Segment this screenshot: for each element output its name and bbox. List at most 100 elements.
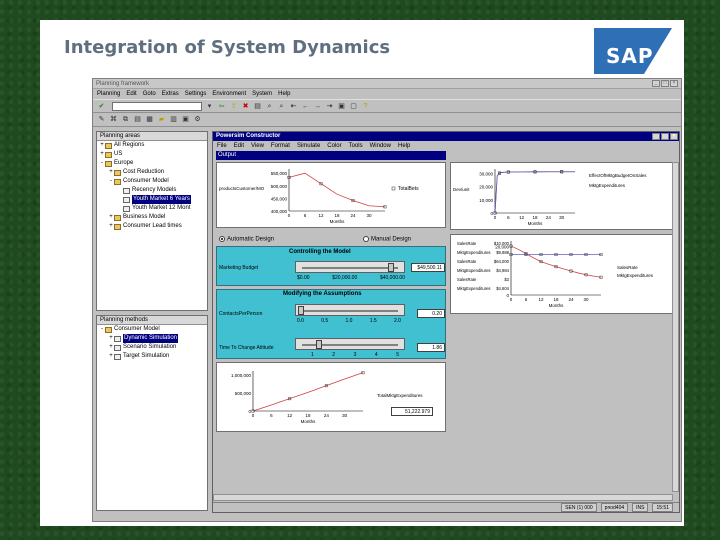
inner-minimize-button[interactable]: _ (652, 133, 660, 140)
tree-item[interactable]: - Consumer Model (97, 177, 207, 186)
planning-methods-panel: Planning methods - Consumer Model + Dynamic… (96, 315, 208, 511)
menu-settings[interactable]: Settings (185, 91, 207, 97)
print-icon[interactable]: ▤ (253, 102, 262, 111)
chart-total-mktg: 0 500,000 1,000,000 0 6 12 18 24 30 Months TotalMk… (216, 362, 446, 432)
time-to-change-slider[interactable] (295, 338, 405, 350)
legend-row-label: SalesRate (457, 277, 477, 282)
inner-maximize-button[interactable]: □ (661, 133, 669, 140)
dropdown-icon[interactable]: ▾ (205, 102, 214, 111)
close-button[interactable]: × (670, 80, 678, 87)
tree-item[interactable]: - Consumer Model (97, 325, 207, 334)
next-page-icon[interactable]: → (313, 102, 322, 111)
last-page-icon[interactable]: ⇥ (325, 102, 334, 111)
inner-menu-help[interactable]: Help (398, 143, 410, 149)
tree-item[interactable]: + Target Simulation (97, 352, 207, 361)
cancel-icon[interactable]: ✖ (241, 102, 250, 111)
tree-item[interactable]: + Scenario Simulation (97, 343, 207, 352)
time-to-change-value[interactable]: 1.86 (417, 343, 445, 352)
output-tab[interactable]: Output (216, 151, 446, 160)
tree-item[interactable]: - Europe (97, 159, 207, 168)
hierarchy-icon[interactable]: ⌘ (109, 115, 118, 124)
tree-item[interactable]: + Cost Reduction (97, 168, 207, 177)
radio-manual-label: Manual Design (371, 236, 412, 243)
tree-item-label: Consumer Model (114, 326, 160, 332)
find-icon[interactable]: ⌕ (265, 102, 274, 111)
inner-menu-color[interactable]: Color (327, 143, 341, 149)
radio-manual-indicator[interactable] (363, 236, 369, 242)
tree-item[interactable]: + Business Model (97, 213, 207, 222)
marketing-budget-slider[interactable] (295, 261, 405, 273)
chart-icon[interactable]: ▥ (169, 115, 178, 124)
exit-icon[interactable]: ⇧ (229, 102, 238, 111)
tree-item[interactable]: + All Regions (97, 141, 207, 150)
prev-page-icon[interactable]: ← (301, 102, 310, 111)
legend-row-label: SalesRate (457, 241, 477, 246)
command-field[interactable] (112, 101, 202, 111)
tree-item[interactable]: Recency Models (97, 186, 207, 195)
x-tick-label: 6 (270, 413, 273, 418)
inner-menu-view[interactable]: View (251, 143, 264, 149)
powersim-titlebar: Powersim Constructor _ □ × (213, 132, 679, 141)
table-icon[interactable]: ▦ (145, 115, 154, 124)
find-next-icon[interactable]: ⌕ (277, 102, 286, 111)
tree-item-label: Youth Market 6 Years (132, 195, 191, 204)
legend-label: TotalBets (398, 186, 419, 192)
contacts-per-person-slider[interactable] (295, 304, 405, 316)
save-icon[interactable]: ▣ (181, 115, 190, 124)
tick-label: 1.5 (369, 318, 377, 324)
menu-system[interactable]: System (252, 91, 272, 97)
first-page-icon[interactable]: ⇤ (289, 102, 298, 111)
planning-methods-header: Planning methods (97, 316, 207, 325)
tree-item[interactable]: + US (97, 150, 207, 159)
folder-icon[interactable]: ▰ (157, 115, 166, 124)
radio-automatic-indicator[interactable] (219, 236, 225, 242)
status-bar: SEN (1) 000 pnod404 INS 15:51 (213, 502, 679, 512)
menu-extras[interactable]: Extras (162, 91, 179, 97)
inner-menu-simulate[interactable]: Simulate (297, 143, 320, 149)
marketing-budget-value[interactable]: $49,500.11 (411, 263, 445, 272)
settings-icon[interactable]: ⚙ (193, 115, 202, 124)
inner-menu-tools[interactable]: Tools (349, 143, 363, 149)
help-icon[interactable]: ? (361, 102, 370, 111)
copy-icon[interactable]: ⧉ (121, 115, 130, 124)
series-line (252, 372, 364, 412)
inner-close-button[interactable]: × (670, 133, 678, 140)
tree-item[interactable]: Youth Market 12 Mont (97, 204, 207, 213)
back-icon[interactable]: ⇦ (217, 102, 226, 111)
menu-planning[interactable]: Planning (97, 91, 120, 97)
legend-row-label: MktgExpenditures (457, 268, 491, 273)
horizontal-scrollbar[interactable] (213, 494, 673, 501)
inner-menu-format[interactable]: Format (271, 143, 290, 149)
inner-menu-file[interactable]: File (217, 143, 227, 149)
new-session-icon[interactable]: ▣ (337, 102, 346, 111)
document-icon[interactable]: ▤ (133, 115, 142, 124)
contacts-per-person-thumb[interactable] (298, 306, 304, 315)
x-axis-label: Months (301, 419, 317, 424)
vertical-scrollbar[interactable] (672, 162, 679, 492)
menu-edit[interactable]: Edit (126, 91, 136, 97)
maximize-button[interactable]: □ (661, 80, 669, 87)
tree-item-label: Scenario Simulation (123, 344, 177, 350)
radio-manual-design[interactable]: Manual Design (363, 236, 411, 243)
menu-help[interactable]: Help (278, 91, 290, 97)
document-icon (114, 353, 121, 360)
menu-environment[interactable]: Environment (212, 91, 246, 97)
tree-item[interactable]: + Dynamic Simulation (97, 334, 207, 343)
time-to-change-thumb[interactable] (316, 340, 322, 349)
shortcut-icon[interactable]: ▢ (349, 102, 358, 111)
marketing-budget-thumb[interactable] (388, 263, 394, 272)
radio-automatic-design[interactable]: Automatic Design (219, 236, 274, 243)
planning-areas-header: Planning areas (97, 132, 207, 141)
inner-menu-edit[interactable]: Edit (234, 143, 244, 149)
inner-menu-window[interactable]: Window (370, 143, 391, 149)
y-tick-label: 500,000 (271, 184, 288, 189)
contacts-per-person-value[interactable]: 0.20 (417, 309, 445, 318)
tree-item[interactable]: + Consumer Lead times (97, 222, 207, 231)
display-change-icon[interactable]: ✎ (97, 115, 106, 124)
tree-item[interactable]: Youth Market 6 Years (97, 195, 207, 204)
minimize-button[interactable]: _ (652, 80, 660, 87)
check-icon[interactable]: ✔ (97, 102, 106, 111)
menu-goto[interactable]: Goto (143, 91, 156, 97)
sap-logo: SAP (594, 28, 672, 74)
tick-label: 1.0 (345, 318, 353, 324)
